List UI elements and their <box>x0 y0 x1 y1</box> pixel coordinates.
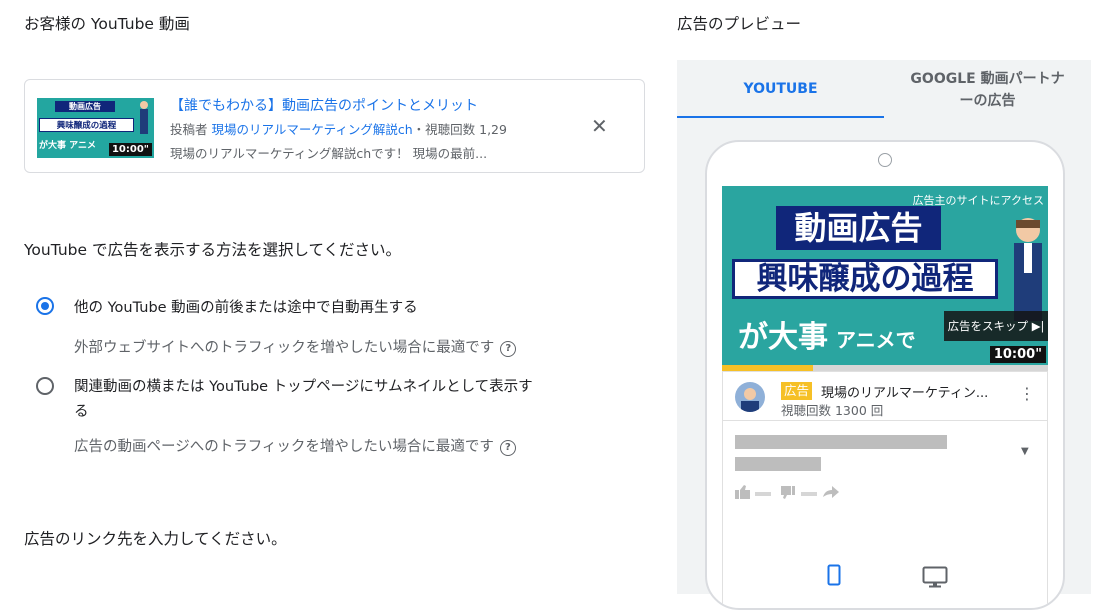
radio-instream[interactable] <box>36 297 54 315</box>
help-icon[interactable]: ? <box>500 341 517 357</box>
option-instream-label[interactable]: 他の YouTube 動画の前後または途中で自動再生する <box>74 296 418 317</box>
preview-heading: 広告のプレビュー <box>677 15 802 33</box>
option-discovery-label[interactable]: 関連動画の横または YouTube トップページにサムネイルとして表示す <box>74 375 533 396</box>
option-discovery-label-cont[interactable]: る <box>74 400 89 421</box>
thumb-text-1: 動画広告 <box>55 101 115 112</box>
preview-panel: YOUTUBE GOOGLE 動画パートナ ーの広告 広告主のサイトにアクセス … <box>677 60 1091 610</box>
placeholder-bar <box>735 457 821 471</box>
video-description: 現場のリアルマーケティング解説chです！ 現場の最前... <box>170 146 488 161</box>
ad-view-count: 視聴回数 1300 回 <box>781 403 884 418</box>
meta-prefix: 投稿者 <box>170 122 212 137</box>
video-meta: 投稿者 現場のリアルマーケティング解説ch・視聴回数 1,29 <box>170 119 560 138</box>
ad-video-player[interactable]: 広告主のサイトにアクセス 動画広告 興味醸成の過程 が大事 アニメで 広告をスキッ… <box>722 186 1048 371</box>
ad-text-3-main: が大事 <box>738 320 828 355</box>
presenter-figure-icon <box>1014 218 1042 321</box>
avatar <box>735 382 765 412</box>
like-dislike-share-icons <box>735 484 855 504</box>
selected-video-card[interactable]: 動画広告 興味醸成の過程 が大事 アニメ 10:00" 【誰でもわかる】動画広告… <box>24 79 645 173</box>
phone-mockup: 広告主のサイトにアクセス 動画広告 興味醸成の過程 が大事 アニメで 広告をスキッ… <box>705 140 1065 610</box>
ad-info-row: 広告 現場のリアルマーケティン... 視聴回数 1300 回 ⋮ <box>722 371 1048 421</box>
video-duration: 10:00" <box>108 143 152 156</box>
meta-views: ・視聴回数 1,29 <box>412 122 507 137</box>
ad-duration: 10:00" <box>989 346 1046 363</box>
ad-text-1: 動画広告 <box>776 206 941 250</box>
thumb-text-3: が大事 アニメ <box>39 141 96 151</box>
option-discovery-hint: 広告の動画ページへのトラフィックを増やしたい場合に最適です? <box>74 435 516 456</box>
video-thumbnail: 動画広告 興味醸成の過程 が大事 アニメ 10:00" <box>37 98 154 158</box>
ad-text-3-small: アニメで <box>836 328 916 352</box>
hint-text: 広告の動画ページへのトラフィックを増やしたい場合に最適です <box>74 439 494 455</box>
help-icon[interactable]: ? <box>499 440 516 456</box>
ad-channel-name: 現場のリアルマーケティン... <box>821 386 989 401</box>
presenter-figure-icon <box>140 101 148 134</box>
tab-google-partners[interactable]: GOOGLE 動画パートナ ーの広告 <box>884 60 1091 118</box>
phone-camera <box>878 153 892 167</box>
ad-text-3: が大事 アニメで <box>738 312 916 356</box>
reaction-icons <box>735 485 839 499</box>
tab-youtube[interactable]: YOUTUBE <box>677 60 884 118</box>
tab-google-partners-line2: ーの広告 <box>959 93 1016 109</box>
ad-badge: 広告 <box>781 382 813 400</box>
skip-ad-button[interactable]: 広告をスキップ ▶| <box>944 311 1048 341</box>
desktop-icon[interactable] <box>922 566 948 593</box>
avatar-person-icon <box>741 388 759 412</box>
thumb-text-2: 興味醸成の過程 <box>39 118 134 132</box>
option-instream-hint: 外部ウェブサイトへのトラフィックを増やしたい場合に最適です? <box>74 336 517 357</box>
chevron-down-icon[interactable]: ▼ <box>1021 446 1029 457</box>
placeholder-content: ▼ <box>722 421 1048 608</box>
link-heading: 広告のリンク先を入力してください。 <box>24 530 287 548</box>
video-section-heading: お客様の YouTube 動画 <box>24 15 190 33</box>
channel-link[interactable]: 現場のリアルマーケティング解説ch <box>211 122 412 137</box>
hint-text: 外部ウェブサイトへのトラフィックを増やしたい場合に最適です <box>74 340 495 356</box>
placeholder-bar <box>735 435 947 449</box>
more-vert-icon[interactable]: ⋮ <box>1019 384 1035 403</box>
mobile-icon[interactable] <box>827 564 841 591</box>
close-icon[interactable]: ✕ <box>591 116 608 136</box>
tab-google-partners-line1: GOOGLE 動画パートナ <box>910 71 1065 87</box>
video-title-link[interactable]: 【誰でもわかる】動画広告のポイントとメリット <box>170 95 478 115</box>
ad-text-2: 興味醸成の過程 <box>732 259 998 299</box>
radio-discovery[interactable] <box>36 377 54 395</box>
display-method-heading: YouTube で広告を表示する方法を選択してください。 <box>24 241 402 259</box>
